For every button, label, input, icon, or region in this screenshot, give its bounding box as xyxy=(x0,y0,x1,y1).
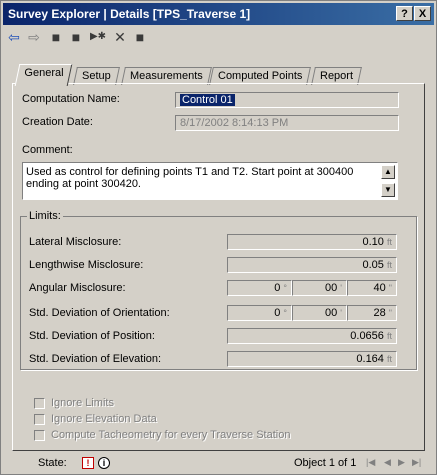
info-state-icon: i xyxy=(98,457,110,469)
compute-tacheometry-label: Compute Tacheometry for every Traverse S… xyxy=(51,429,291,441)
elevation-unit: ft xyxy=(386,354,392,364)
creation-date-field: 8/17/2002 8:14:13 PM xyxy=(175,115,399,131)
ignore-limits-checkbox[interactable] xyxy=(34,398,45,409)
creation-date-label: Creation Date: xyxy=(22,116,93,128)
angular-degrees-value: 0 xyxy=(274,282,281,294)
lengthwise-misclosure-label: Lengthwise Misclosure: xyxy=(29,259,144,271)
angular-degrees-field[interactable]: 0 ° xyxy=(227,280,292,296)
degree-symbol: ° xyxy=(283,283,287,293)
computation-name-label: Computation Name: xyxy=(22,93,120,105)
scroll-up-button[interactable]: ▲ xyxy=(381,165,395,179)
ignore-limits-label: Ignore Limits xyxy=(51,397,114,409)
computation-name-field[interactable]: Control 01 xyxy=(175,92,399,108)
angular-seconds-field[interactable]: 40 " xyxy=(347,280,397,296)
second-symbol: " xyxy=(388,283,392,293)
tab-setup-label: Setup xyxy=(82,70,111,82)
lateral-misclosure-field[interactable]: 0.10 ft xyxy=(227,234,397,250)
rename-icon[interactable]: ▶✱ xyxy=(89,29,107,45)
lengthwise-misclosure-value: 0.05 xyxy=(362,259,384,271)
lateral-misclosure-label: Lateral Misclosure: xyxy=(29,236,122,248)
tab-general-label: General xyxy=(24,67,64,79)
tab-general[interactable]: General xyxy=(14,64,73,86)
computation-name-value: Control 01 xyxy=(180,94,235,106)
std-dev-position-label: Std. Deviation of Position: xyxy=(29,330,155,342)
warning-state-icon: ! xyxy=(82,457,94,469)
lengthwise-unit: ft xyxy=(386,260,392,270)
limits-group-label: Limits: xyxy=(27,210,63,222)
comment-textarea[interactable]: Used as control for defining points T1 a… xyxy=(22,162,398,200)
ignore-elevation-label: Ignore Elevation Data xyxy=(51,413,157,425)
comment-label: Comment: xyxy=(22,144,73,156)
second-symbol-2: " xyxy=(388,308,392,318)
back-arrow-icon[interactable]: ⇦ xyxy=(5,29,23,45)
degree-symbol-2: ° xyxy=(283,308,287,318)
std-dev-elevation-value: 0.164 xyxy=(356,353,384,365)
std-dev-position-field[interactable]: 0.0656 ft xyxy=(227,328,397,344)
properties-icon[interactable]: ■ xyxy=(131,29,149,45)
lengthwise-misclosure-field[interactable]: 0.05 ft xyxy=(227,257,397,273)
delete-icon[interactable]: ✕ xyxy=(111,29,129,45)
orientation-seconds-value: 28 xyxy=(373,307,386,319)
angular-misclosure-label: Angular Misclosure: xyxy=(29,282,126,294)
std-dev-elevation-label: Std. Deviation of Elevation: xyxy=(29,353,162,365)
first-record-icon[interactable]: |◀ xyxy=(366,457,375,468)
last-record-icon[interactable]: ▶| xyxy=(412,457,421,468)
position-unit: ft xyxy=(386,331,392,341)
angular-seconds-value: 40 xyxy=(373,282,386,294)
lateral-misclosure-value: 0.10 xyxy=(362,236,384,248)
comment-text: Used as control for defining points T1 a… xyxy=(26,166,354,190)
close-button[interactable]: X xyxy=(414,6,431,21)
orientation-minutes-value: 00 xyxy=(324,307,338,319)
orientation-degrees-value: 0 xyxy=(274,307,281,319)
compute-tacheometry-checkbox[interactable] xyxy=(34,430,45,441)
toolbar: ⇦ ⇨ ■ ■ ▶✱ ✕ ■ xyxy=(3,27,434,47)
next-record-icon[interactable]: ▶ xyxy=(398,457,405,468)
minute-symbol: ' xyxy=(340,283,342,293)
save-icon[interactable]: ■ xyxy=(47,29,65,45)
help-button[interactable]: ? xyxy=(396,6,413,21)
orientation-degrees-field[interactable]: 0 ° xyxy=(227,305,292,321)
scroll-down-button[interactable]: ▼ xyxy=(381,183,395,197)
tab-computed-points-label: Computed Points xyxy=(218,70,303,82)
angular-minutes-value: 00 xyxy=(324,282,338,294)
state-label: State: xyxy=(38,457,67,469)
angular-minutes-field[interactable]: 00 ' xyxy=(292,280,347,296)
std-dev-orientation-label: Std. Deviation of Orientation: xyxy=(29,307,170,319)
new-icon[interactable]: ■ xyxy=(67,29,85,45)
previous-record-icon[interactable]: ◀ xyxy=(384,457,391,468)
ignore-elevation-checkbox[interactable] xyxy=(34,414,45,425)
tab-report-label: Report xyxy=(320,70,354,82)
orientation-minutes-field[interactable]: 00 ' xyxy=(292,305,347,321)
std-dev-elevation-field[interactable]: 0.164 ft xyxy=(227,351,397,367)
forward-arrow-icon[interactable]: ⇨ xyxy=(25,29,43,45)
minute-symbol-2: ' xyxy=(340,308,342,318)
title-bar[interactable]: Survey Explorer | Details [TPS_Traverse … xyxy=(3,3,434,25)
std-dev-position-value: 0.0656 xyxy=(350,330,384,342)
orientation-seconds-field[interactable]: 28 " xyxy=(347,305,397,321)
window-title: Survey Explorer | Details [TPS_Traverse … xyxy=(8,7,251,21)
tab-measurements-label: Measurements xyxy=(130,70,203,82)
lateral-unit: ft xyxy=(386,237,392,247)
status-bar: State: ! i Object 1 of 1 |◀ ◀ ▶ ▶| xyxy=(2,454,433,472)
object-counter: Object 1 of 1 xyxy=(294,457,357,469)
